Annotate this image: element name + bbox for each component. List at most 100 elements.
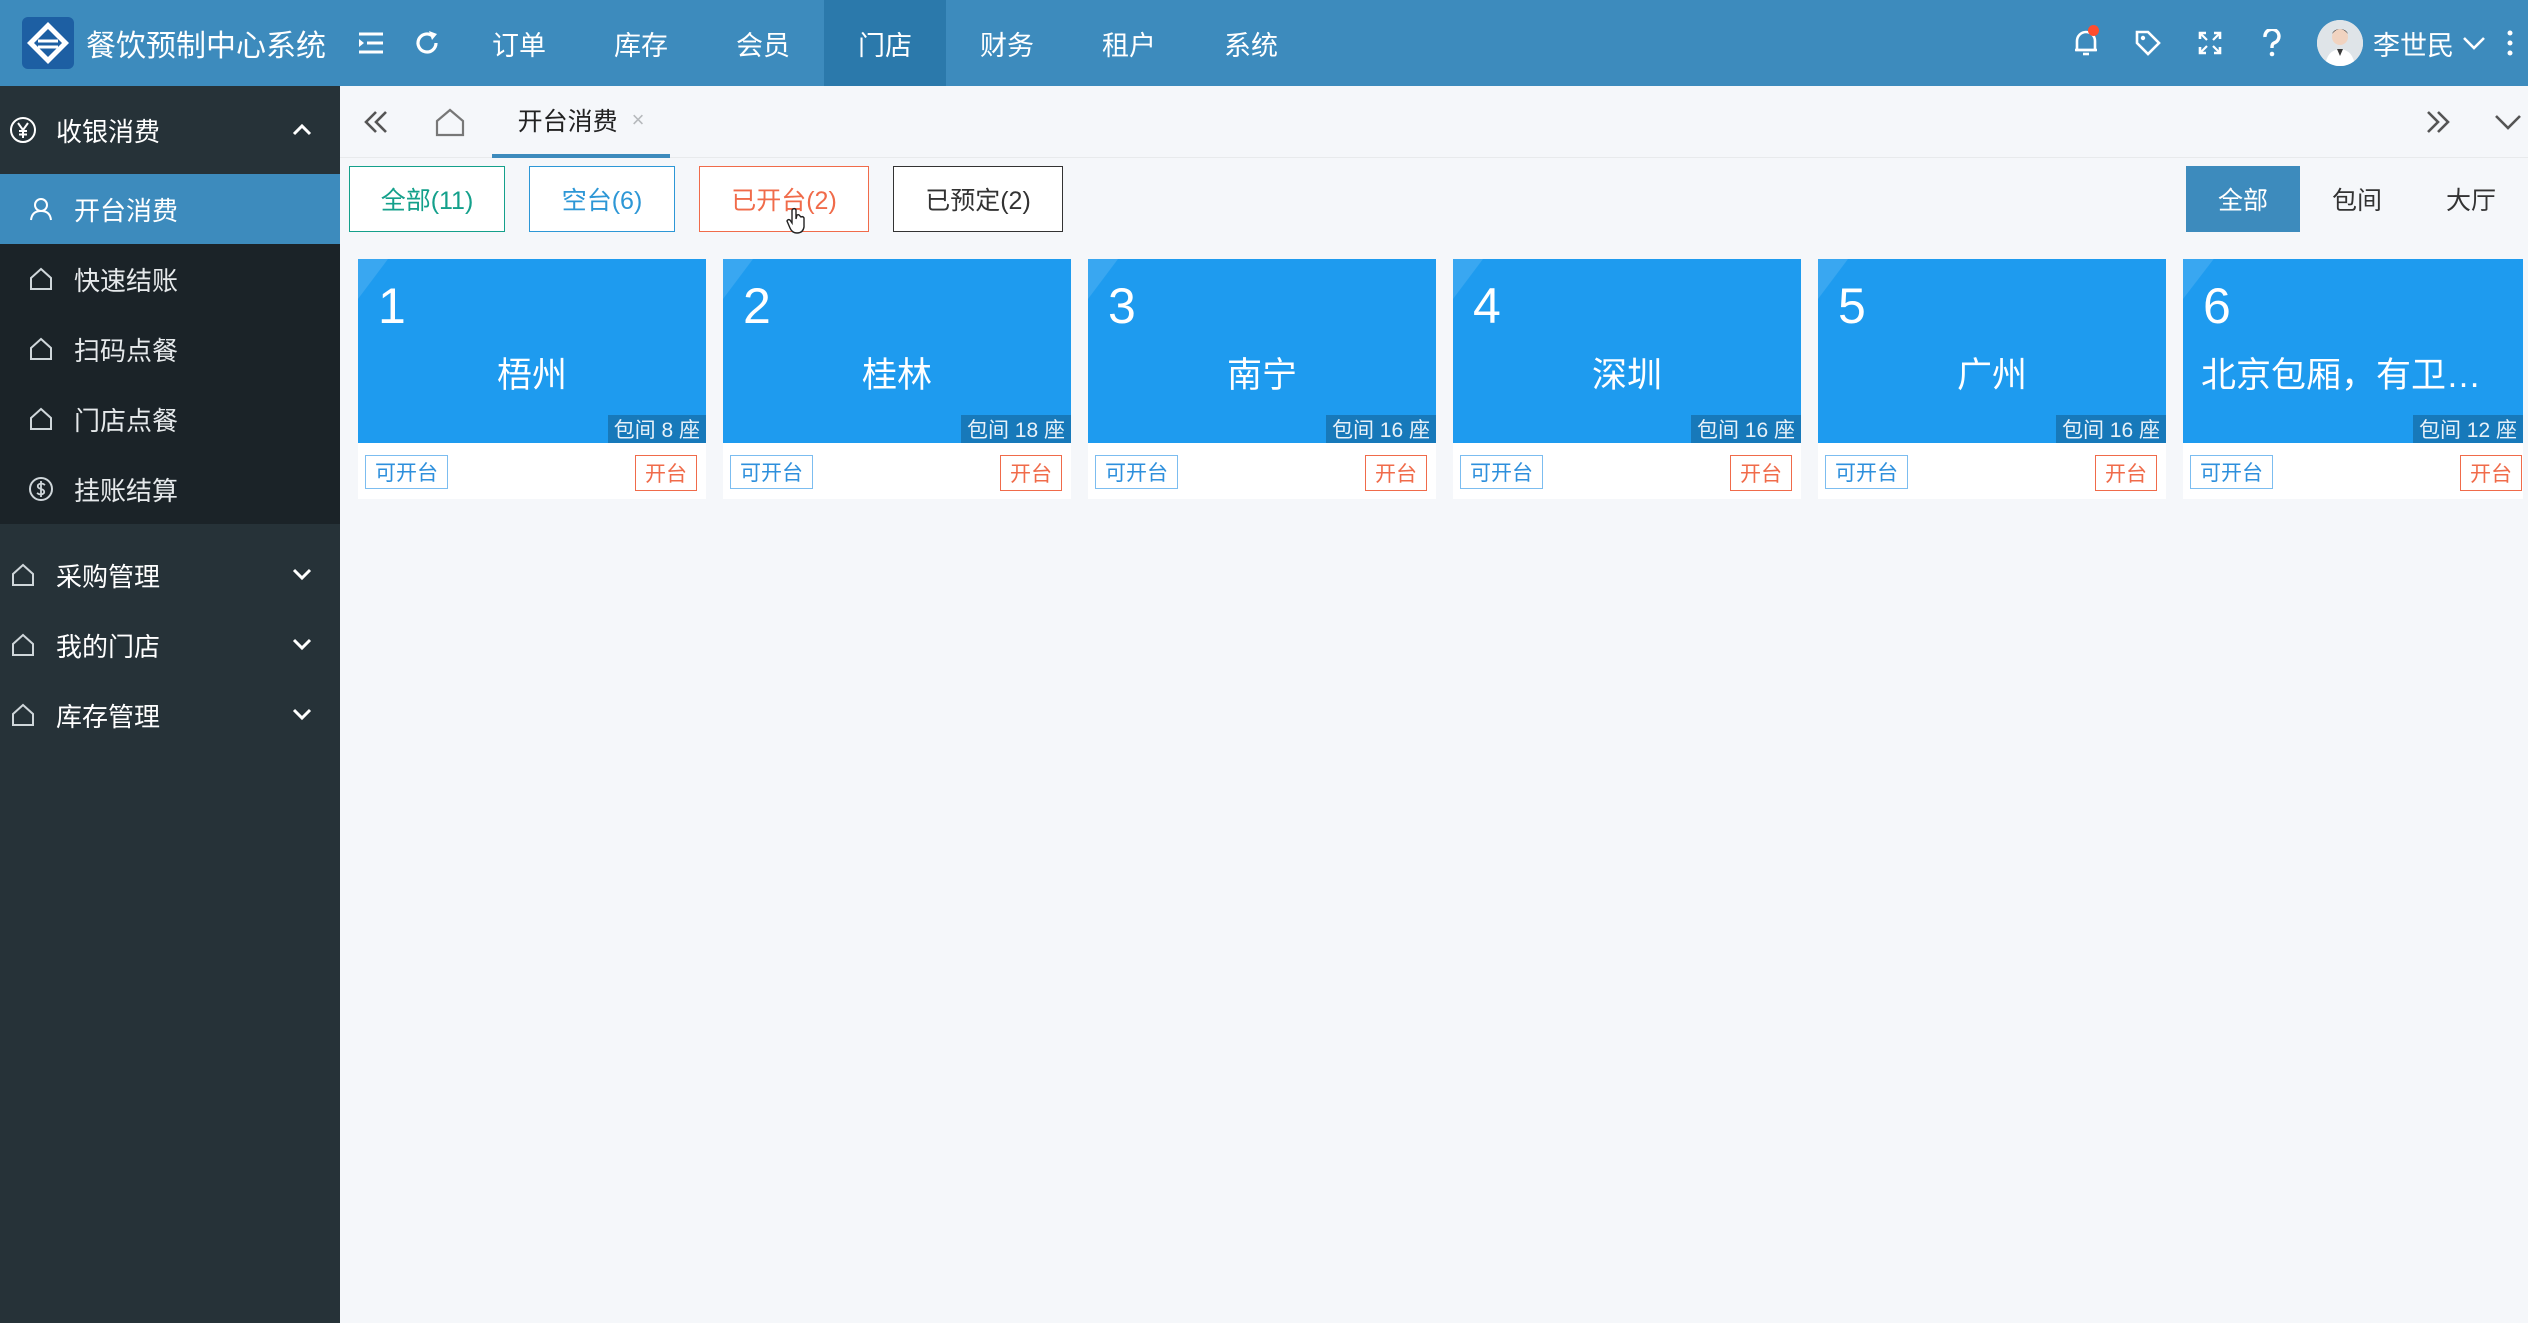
table-card[interactable]: 2 桂林 包间 18 座 可开台 开台 <box>723 259 1071 499</box>
tabs-scroll-right-button[interactable] <box>2418 102 2458 142</box>
table-number: 1 <box>378 278 406 334</box>
brand[interactable]: 餐饮预制中心系统 <box>0 0 340 86</box>
table-name: 深圳 <box>1591 356 1662 395</box>
table-card[interactable]: 6 北京包厢，有卫… 包间 12 座 可开台 开台 <box>2183 259 2523 499</box>
table-card-header: 5 广州 包间 16 座 <box>1818 259 2166 443</box>
table-card-footer: 可开台 开台 <box>1818 443 2166 499</box>
refresh-button[interactable] <box>402 0 452 86</box>
top-nav: 订单 库存 会员 门店 财务 租户 系统 <box>458 0 1312 86</box>
status-badge: 可开台 <box>730 455 813 489</box>
open-table-button[interactable]: 开台 <box>2095 455 2157 491</box>
notification-button[interactable] <box>2055 0 2117 86</box>
home-tab-icon[interactable] <box>430 102 470 142</box>
app-title: 餐饮预制中心系统 <box>86 30 326 63</box>
type-all-button[interactable]: 全部 <box>2186 166 2300 232</box>
table-card[interactable]: 1 梧州 包间 8 座 可开台 开台 <box>358 259 706 499</box>
sidebar: 收银消费 开台消费 快速结账 扫码点餐 门店点餐 挂账结算 采购管理 我的门店 … <box>0 86 340 1323</box>
tab-open-table[interactable]: 开台消费 × <box>492 86 670 158</box>
table-card-footer: 可开台 开台 <box>1453 443 1801 499</box>
sidebar-group-inventory[interactable]: 库存管理 <box>0 680 340 750</box>
sidebar-item-label: 门店点餐 <box>74 405 179 436</box>
fullscreen-button[interactable] <box>2179 0 2241 86</box>
sidebar-item-quick-checkout[interactable]: 快速结账 <box>0 244 340 314</box>
filter-empty-button[interactable]: 空台(6) <box>529 166 675 232</box>
table-card-header: 3 南宁 包间 16 座 <box>1088 259 1436 443</box>
table-card-header: 2 桂林 包间 18 座 <box>723 259 1071 443</box>
filter-all-button[interactable]: 全部(11) <box>349 166 505 232</box>
hand-cursor-icon <box>786 207 805 234</box>
menu-toggle-button[interactable] <box>340 0 402 86</box>
sidebar-group-purchasing[interactable]: 采购管理 <box>0 540 340 610</box>
dollar-icon <box>26 474 56 504</box>
topnav-members[interactable]: 会员 <box>702 0 824 86</box>
refresh-icon <box>416 31 438 54</box>
open-table-button[interactable]: 开台 <box>1365 455 1427 491</box>
table-card-footer: 可开台 开台 <box>723 443 1071 499</box>
chevron-down-icon <box>2463 37 2485 50</box>
topnav-finance[interactable]: 财务 <box>946 0 1068 86</box>
main-content: 开台消费 × 全部(11) 空台(6) 已开台(2) 已预定(2) 全部 包间 … <box>340 86 2528 1323</box>
filter-reserved-button[interactable]: 已预定(2) <box>893 166 1063 232</box>
status-filter-group: 全部(11) 空台(6) 已开台(2) 已预定(2) <box>349 166 1087 234</box>
table-name: 桂林 <box>861 356 932 395</box>
chevron-up-icon <box>292 123 312 136</box>
sidebar-item-open-table[interactable]: 开台消费 <box>0 174 340 244</box>
yen-icon <box>8 115 38 145</box>
tabs-menu-chevron-down-icon[interactable] <box>2488 102 2528 142</box>
table-card-list: 1 梧州 包间 8 座 可开台 开台 2 桂林 包间 18 座 可开台 开台 3… <box>358 259 2523 499</box>
table-card[interactable]: 3 南宁 包间 16 座 可开台 开台 <box>1088 259 1436 499</box>
menu-fold-icon <box>359 32 383 54</box>
open-table-button[interactable]: 开台 <box>1730 455 1792 491</box>
topnav-inventory[interactable]: 库存 <box>580 0 702 86</box>
topnav-stores[interactable]: 门店 <box>824 0 946 86</box>
sidebar-item-label: 扫码点餐 <box>74 335 179 366</box>
table-card-footer: 可开台 开台 <box>1088 443 1436 499</box>
table-type-filter: 全部 包间 大厅 <box>2186 166 2528 232</box>
open-table-button[interactable]: 开台 <box>2460 455 2522 491</box>
home-icon <box>8 630 38 660</box>
table-number: 4 <box>1473 278 1501 334</box>
table-name: 广州 <box>1956 356 2027 395</box>
type-hall-button[interactable]: 大厅 <box>2414 166 2528 232</box>
type-private-room-button[interactable]: 包间 <box>2300 166 2414 232</box>
tabs-scroll-left-button[interactable] <box>356 102 396 142</box>
filter-opened-button[interactable]: 已开台(2) <box>699 166 869 234</box>
table-number: 3 <box>1108 278 1136 334</box>
notification-badge-dot <box>2088 25 2099 36</box>
sidebar-group-label: 库存管理 <box>56 701 161 732</box>
tag-button[interactable] <box>2117 0 2179 86</box>
filter-opened-label: 已开台(2) <box>731 187 837 215</box>
status-badge: 可开台 <box>2190 455 2273 489</box>
open-table-button[interactable]: 开台 <box>1000 455 1062 491</box>
table-card[interactable]: 5 广州 包间 16 座 可开台 开台 <box>1818 259 2166 499</box>
table-card[interactable]: 4 深圳 包间 16 座 可开台 开台 <box>1453 259 1801 499</box>
table-seats: 包间 16 座 <box>1325 415 1436 443</box>
sidebar-item-store-order[interactable]: 门店点餐 <box>0 384 340 454</box>
topnav-tenants[interactable]: 租户 <box>1068 0 1190 86</box>
table-name: 南宁 <box>1226 356 1297 395</box>
open-table-button[interactable]: 开台 <box>635 455 697 491</box>
tab-close-icon[interactable]: × <box>632 107 645 133</box>
table-name: 梧州 <box>496 356 567 395</box>
sidebar-item-credit-settlement[interactable]: 挂账结算 <box>0 454 340 524</box>
user-menu[interactable]: 李世民 <box>2303 0 2492 86</box>
app-logo-icon <box>22 17 74 69</box>
fullscreen-icon <box>2198 31 2222 55</box>
help-button[interactable] <box>2241 0 2303 86</box>
topnav-orders[interactable]: 订单 <box>458 0 580 86</box>
more-menu-button[interactable] <box>2492 0 2528 86</box>
user-icon <box>26 194 56 224</box>
table-card-header: 4 深圳 包间 16 座 <box>1453 259 1801 443</box>
topnav-system[interactable]: 系统 <box>1190 0 1312 86</box>
table-card-header: 1 梧州 包间 8 座 <box>358 259 706 443</box>
sidebar-submenu: 开台消费 快速结账 扫码点餐 门店点餐 挂账结算 <box>0 174 340 524</box>
sidebar-group-label: 采购管理 <box>56 561 161 592</box>
sidebar-group-my-store[interactable]: 我的门店 <box>0 610 340 680</box>
top-right-tools: 李世民 <box>2055 0 2528 86</box>
table-card-header: 6 北京包厢，有卫… 包间 12 座 <box>2183 259 2523 443</box>
status-badge: 可开台 <box>1460 455 1543 489</box>
question-icon <box>2263 29 2281 57</box>
sidebar-group-cashier[interactable]: 收银消费 <box>0 86 340 174</box>
chevron-down-icon <box>292 638 312 651</box>
sidebar-item-scan-order[interactable]: 扫码点餐 <box>0 314 340 384</box>
